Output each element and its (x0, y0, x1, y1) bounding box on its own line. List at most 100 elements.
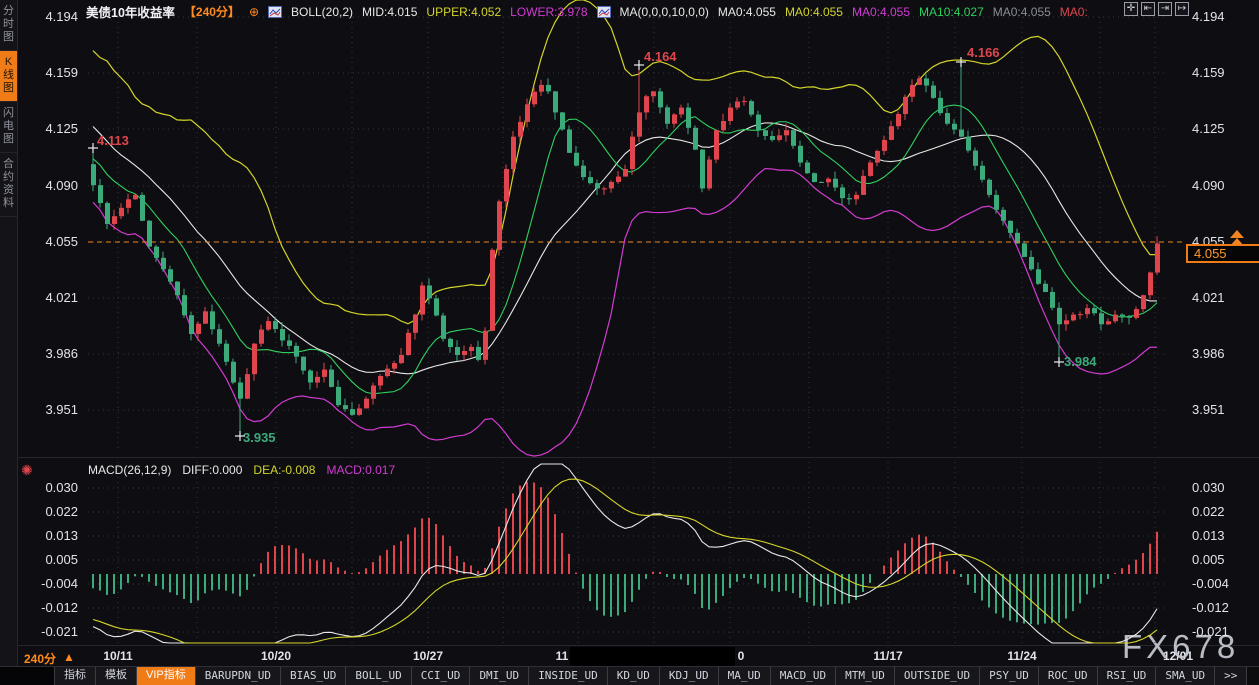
bottom-tab[interactable]: BARUPDN_UD (196, 667, 281, 685)
axis-tick: 0.022 (1192, 504, 1225, 519)
x-axis-label: 10/11 (103, 649, 132, 663)
bottom-tab[interactable]: SMA_UD (1156, 667, 1215, 685)
x-axis-label: 11/24 (1007, 649, 1036, 663)
boll-label: BOLL(20,2) (291, 5, 353, 19)
bottom-tab[interactable]: BOLL_UD (346, 667, 411, 685)
bottom-tab[interactable]: 指标 (55, 667, 96, 685)
axis-tick: 3.951 (1192, 402, 1225, 417)
axis-tick: -0.004 (1192, 576, 1229, 591)
censor-box (570, 647, 735, 666)
macd-dea-value: DEA:-0.008 (253, 463, 315, 477)
axis-tick: -0.021 (20, 624, 78, 639)
bottom-tab[interactable]: RSI_UD (1098, 667, 1157, 685)
chart-toolbar: ✛⇤⇥↦ (1124, 2, 1189, 16)
boll-indicator-icon[interactable] (268, 6, 282, 18)
axis-tick: 0.022 (20, 504, 78, 519)
x-axis-label: 0 (738, 649, 745, 663)
sidebar-item-timeshare[interactable]: 分时图 (0, 0, 17, 51)
indicator-toggle-icon[interactable]: ⊕ (249, 5, 259, 19)
axis-tick: 3.986 (20, 346, 78, 361)
candlestick-chart-area[interactable] (17, 0, 1259, 667)
price-annotation: 4.166 (967, 45, 1000, 60)
axis-tick: 3.951 (20, 402, 78, 417)
sidebar-item-char: 闪 (3, 107, 14, 120)
sidebar-item-char: 资 (3, 184, 14, 197)
sidebar-item-char: 合 (3, 158, 14, 171)
ma-label: MA(0,0,0,10,0,0) (620, 5, 709, 19)
sidebar-item-char: 线 (3, 69, 14, 82)
sidebar-item-char: 图 (3, 133, 14, 146)
bottom-tab[interactable]: MA_UD (719, 667, 771, 685)
bottom-tab[interactable]: MTM_UD (836, 667, 895, 685)
bottom-tab[interactable]: VIP指标 (137, 667, 196, 685)
bottom-tab[interactable]: CCI_UD (412, 667, 471, 685)
bottom-tab[interactable]: DMI_UD (470, 667, 529, 685)
bottom-tab[interactable]: OUTSIDE_UD (895, 667, 980, 685)
pan-icon[interactable]: ✛ (1124, 2, 1138, 16)
axis-tick: 3.986 (1192, 346, 1225, 361)
x-axis-label: 11 (556, 649, 569, 663)
bottom-tab[interactable]: BIAS_UD (281, 667, 346, 685)
ma-values: MA0:4.055MA0:4.055MA0:4.055MA10:4.027MA0… (718, 5, 1088, 19)
bottom-tab[interactable]: MACD_UD (771, 667, 836, 685)
axis-tick: 4.194 (20, 9, 78, 24)
axis-tick: 4.159 (1192, 65, 1225, 80)
axis-tick: 0.005 (20, 552, 78, 567)
axis-tick: 4.055 (20, 234, 78, 249)
axis-tick: -0.012 (1192, 600, 1229, 615)
axis-tick: -0.021 (1192, 624, 1229, 639)
bottom-tab[interactable]: PSY_UD (980, 667, 1039, 685)
axis-tick: 4.021 (1192, 290, 1225, 305)
sidebar-item-char: 电 (3, 120, 14, 133)
x-axis-label: 11/17 (873, 649, 902, 663)
axis-tick: 4.125 (20, 121, 78, 136)
period-indicator[interactable]: 240分 ▲ (24, 650, 75, 667)
bottom-tab[interactable]: 模板 (96, 667, 137, 685)
ma-value: MA0: (1060, 5, 1088, 19)
x-axis-label: 10/20 (261, 649, 291, 663)
sidebar-item-char: 约 (3, 171, 14, 184)
macd-settings-icon[interactable]: ✺ (21, 462, 33, 479)
axis-tick: 4.194 (1192, 9, 1225, 24)
axis-tick: 0.005 (1192, 552, 1225, 567)
sidebar-item-contract-info[interactable]: 合约资料 (0, 153, 17, 217)
sidebar-item-char: K (5, 56, 12, 69)
ma-value: MA0:4.055 (718, 5, 776, 19)
ma-indicator-icon[interactable] (597, 6, 611, 18)
trading-terminal: FX678 分时图K线图闪电图合约资料 美债10年收益率 【240分】 ⊕ BO… (0, 0, 1259, 685)
price-annotation: 3.984 (1064, 354, 1097, 369)
bottom-tab[interactable]: KD_UD (608, 667, 660, 685)
sidebar-item-flash[interactable]: 闪电图 (0, 102, 17, 153)
boll-lower-value: LOWER:3.978 (510, 5, 587, 19)
sidebar-item-char: 分 (3, 5, 14, 18)
price-annotation: 4.113 (97, 133, 129, 148)
bottom-tab[interactable]: KDJ_UD (660, 667, 719, 685)
sidebar-item-kline[interactable]: K线图 (0, 51, 17, 102)
compress-right-icon[interactable]: ⇥ (1158, 2, 1172, 16)
axis-tick: 4.090 (1192, 178, 1225, 193)
axis-tick: -0.012 (20, 600, 78, 615)
macd-macd-value: MACD:0.017 (326, 463, 395, 477)
bottom-tab[interactable]: ROC_UD (1039, 667, 1098, 685)
tab-bar-spacer (0, 667, 55, 685)
indicator-tab-bar: 指标模板VIP指标BARUPDN_UDBIAS_UDBOLL_UDCCI_UDD… (0, 666, 1259, 685)
ma-value: MA0:4.055 (852, 5, 910, 19)
bottom-tab[interactable]: INSIDE_UD (529, 667, 608, 685)
axis-tick: -0.004 (20, 576, 78, 591)
axis-tick: 0.030 (1192, 480, 1225, 495)
period-tag[interactable]: 【240分】 (184, 3, 240, 20)
sidebar-item-char: 图 (3, 82, 14, 95)
up-arrow-icon: ▲ (63, 650, 75, 667)
macd-header: MACD(26,12,9) DIFF:0.000 DEA:-0.008 MACD… (88, 463, 395, 477)
chart-header: 美债10年收益率 【240分】 ⊕ BOLL(20,2) MID:4.015 U… (86, 2, 1088, 21)
ma-value: MA10:4.027 (919, 5, 984, 19)
macd-title: MACD(26,12,9) (88, 463, 171, 477)
boll-upper-value: UPPER:4.052 (426, 5, 501, 19)
axis-tick: 4.021 (20, 290, 78, 305)
axis-tick: 4.125 (1192, 121, 1225, 136)
shift-right-icon[interactable]: ↦ (1175, 2, 1189, 16)
axis-tick: 0.030 (20, 480, 78, 495)
sidebar-item-char: 料 (3, 197, 14, 210)
bottom-tab[interactable]: >> (1215, 667, 1247, 685)
compress-left-icon[interactable]: ⇤ (1141, 2, 1155, 16)
